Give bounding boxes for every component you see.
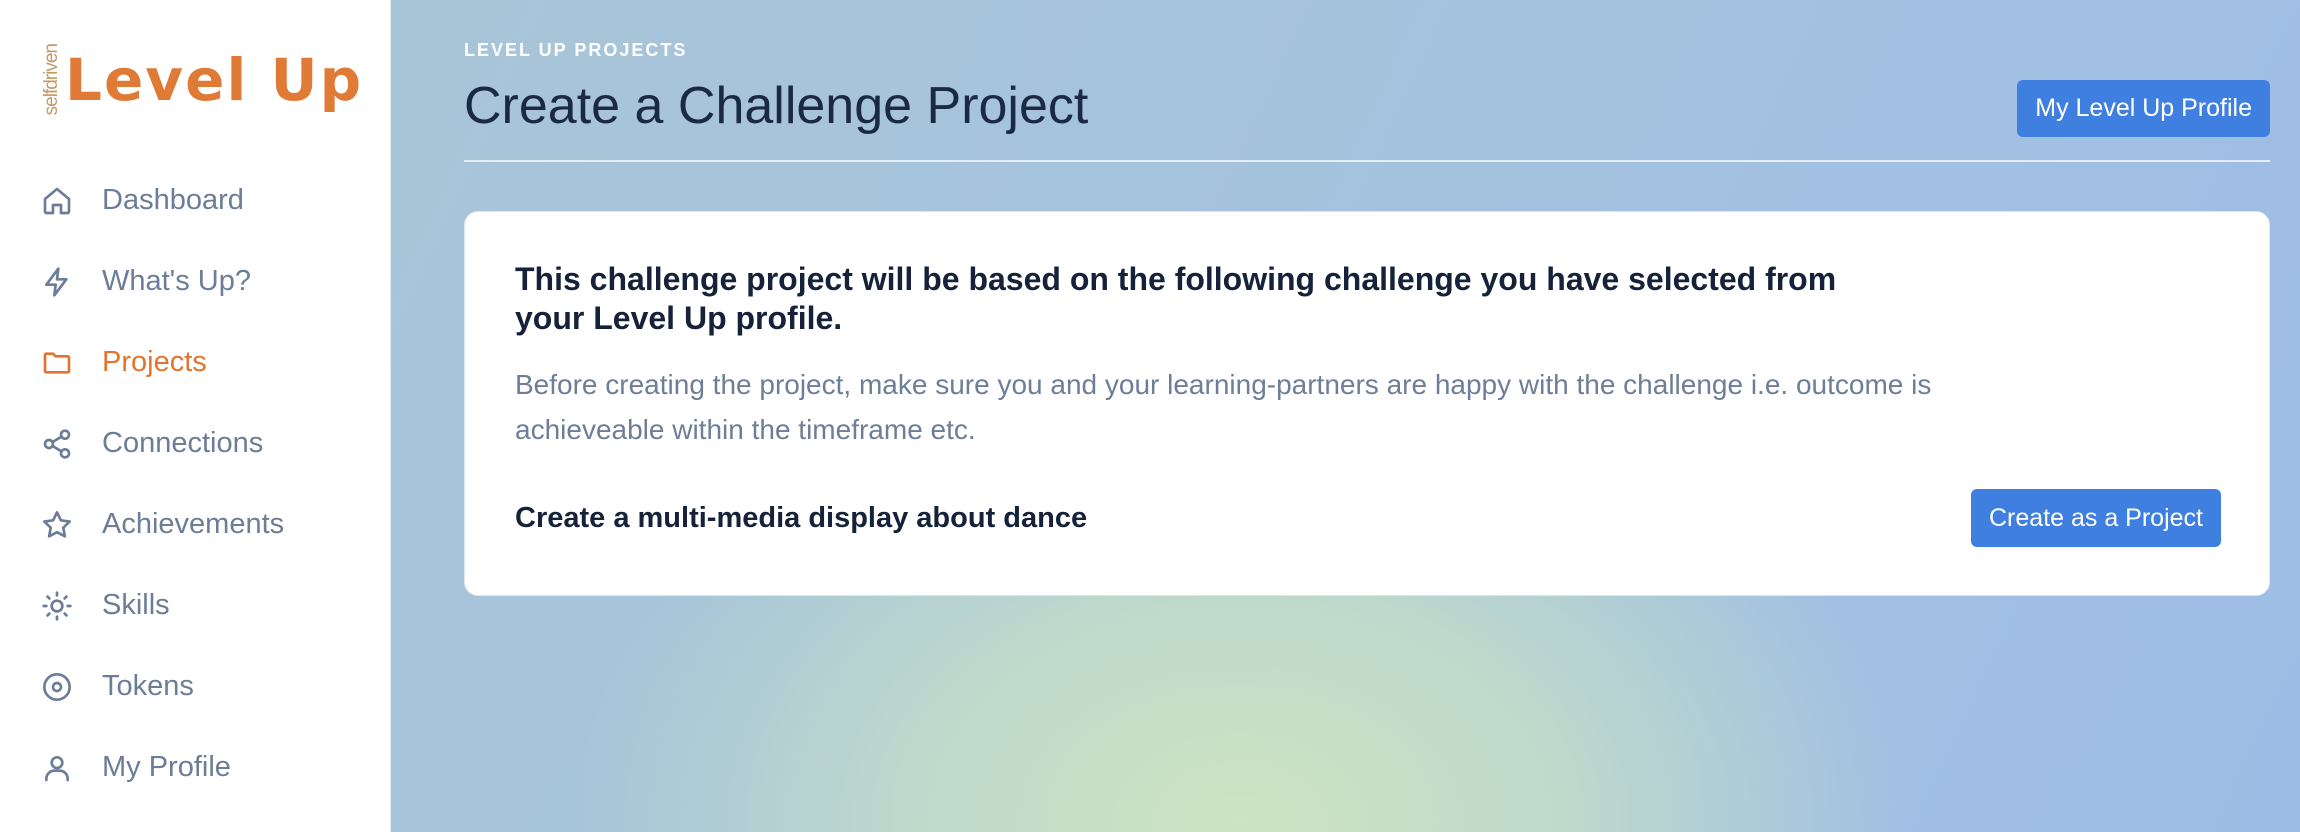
sidebar-item-skills[interactable]: Skills xyxy=(0,565,391,646)
card-title: This challenge project will be based on … xyxy=(515,261,1837,336)
sidebar-item-connections[interactable]: Connections xyxy=(0,403,391,484)
page-eyebrow: LEVEL UP PROJECTS xyxy=(464,40,688,60)
card-description: Before creating the project, make sure y… xyxy=(515,369,1932,445)
challenge-name: Create a multi-media display about dance xyxy=(515,502,1088,534)
sidebar-item-label: Dashboard xyxy=(102,184,244,216)
share-icon xyxy=(40,427,74,461)
logo-small-text: selfdriven xyxy=(41,44,62,116)
sidebar-item-label: Achievements xyxy=(102,508,285,540)
home-icon xyxy=(40,184,74,218)
sidebar-item-label: Tokens xyxy=(102,670,194,702)
folder-icon xyxy=(40,346,74,380)
lightning-icon xyxy=(40,265,74,299)
sidebar-item-tokens[interactable]: Tokens xyxy=(0,646,391,727)
challenge-card: This challenge project will be based on … xyxy=(464,211,2270,596)
sidebar-item-my-profile[interactable]: My Profile xyxy=(0,727,391,808)
sidebar-item-label: What's Up? xyxy=(102,265,251,297)
sidebar-item-label: Skills xyxy=(102,589,170,621)
sidebar-item-whats-up[interactable]: What's Up? xyxy=(0,241,391,322)
sidebar-item-dashboard[interactable]: Dashboard xyxy=(0,160,391,241)
create-as-project-button[interactable]: Create as a Project xyxy=(1971,489,2221,547)
sidebar-nav: Dashboard What's Up? Projects Connection… xyxy=(0,160,391,808)
sidebar-item-achievements[interactable]: Achievements xyxy=(0,484,391,565)
sidebar-item-label: My Profile xyxy=(102,751,231,783)
page-title: Create a Challenge Project xyxy=(464,77,1089,135)
my-level-up-profile-button[interactable]: My Level Up Profile xyxy=(2017,80,2270,137)
logo-main-text: Level Up xyxy=(65,46,364,114)
disc-icon xyxy=(40,670,74,704)
sidebar-item-projects[interactable]: Projects xyxy=(0,322,391,403)
sun-icon xyxy=(40,589,74,623)
app-logo[interactable]: selfdriven Level Up xyxy=(41,40,364,120)
user-icon xyxy=(40,751,74,785)
star-icon xyxy=(40,508,74,542)
sidebar-item-label: Connections xyxy=(102,427,264,459)
header-divider xyxy=(464,160,2270,162)
sidebar: selfdriven Level Up Dashboard What's Up?… xyxy=(0,0,391,832)
sidebar-item-label: Projects xyxy=(102,346,207,378)
